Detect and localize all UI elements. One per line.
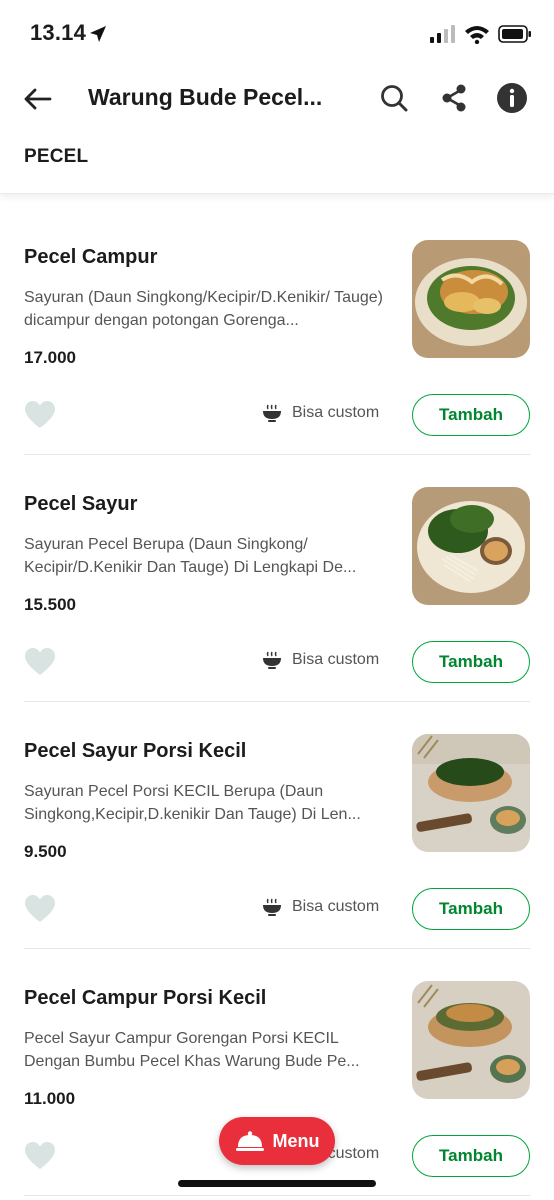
menu-item[interactable]: Pecel Sayur Sayuran Pecel Berupa (Daun S… (0, 455, 554, 702)
item-name: Pecel Sayur Porsi Kecil (24, 740, 247, 762)
item-price: 9.500 (24, 842, 67, 861)
status-time: 13.14 (30, 20, 87, 45)
item-price: 11.000 (24, 1089, 76, 1108)
custom-label: Bisa custom (292, 404, 380, 421)
heart-icon (25, 895, 55, 922)
heart-icon (25, 648, 55, 675)
menu-button-label: Menu (272, 1130, 320, 1151)
app-header: Warung Bude Pecel... PECEL (0, 66, 554, 194)
customizable-badge: Bisa custom (262, 651, 379, 669)
item-description: Sayuran Pecel Porsi KECIL Berupa (Daun S… (24, 783, 361, 823)
restaurant-title: Warung Bude Pecel... (88, 84, 323, 110)
bowl-icon (263, 651, 281, 669)
custom-label: Bisa custom (292, 651, 380, 668)
item-photo[interactable] (412, 734, 530, 852)
item-photo[interactable] (412, 981, 530, 1099)
category-label: PECEL (24, 146, 89, 167)
customizable-badge: Bisa custom (262, 404, 379, 422)
add-button[interactable]: Tambah (412, 641, 530, 683)
item-name: Pecel Campur (24, 246, 158, 268)
status-bar: 13.14 (0, 0, 554, 66)
location-arrow-icon (88, 24, 108, 49)
home-indicator (178, 1180, 376, 1187)
favorite-button[interactable] (24, 894, 56, 924)
menu-button[interactable]: Menu (219, 1117, 335, 1165)
divider (24, 1195, 530, 1196)
item-description: Sayuran (Daun Singkong/Kecipir/D.Kenikir… (24, 289, 384, 329)
menu-item[interactable]: Pecel Sayur Porsi Kecil Sayuran Pecel Po… (0, 702, 554, 949)
bowl-icon (263, 898, 281, 916)
bowl-icon (263, 404, 281, 422)
item-photo[interactable] (412, 487, 530, 605)
info-icon (497, 83, 527, 113)
cloche-icon (235, 1131, 264, 1151)
back-button[interactable] (20, 82, 54, 116)
back-arrow-icon (24, 88, 52, 110)
item-price: 15.500 (24, 595, 76, 614)
item-photo[interactable] (412, 240, 530, 358)
search-button[interactable] (376, 80, 412, 116)
wifi-icon (464, 24, 490, 49)
item-price: 17.000 (24, 348, 76, 367)
add-button[interactable]: Tambah (412, 888, 530, 930)
signal-icon (430, 25, 456, 48)
favorite-button[interactable] (24, 1141, 56, 1171)
add-button[interactable]: Tambah (412, 394, 530, 436)
heart-icon (25, 1142, 55, 1169)
status-indicators (430, 24, 532, 49)
item-name: Pecel Sayur (24, 493, 138, 515)
item-description: Sayuran Pecel Berupa (Daun Singkong/ Kec… (24, 536, 357, 576)
add-button[interactable]: Tambah (412, 1135, 530, 1177)
search-icon (381, 85, 408, 112)
info-button[interactable] (494, 80, 530, 116)
share-button[interactable] (436, 80, 472, 116)
customizable-badge: Bisa custom (262, 898, 379, 916)
menu-item[interactable]: Pecel Campur Sayuran (Daun Singkong/Keci… (0, 208, 554, 455)
item-name: Pecel Campur Porsi Kecil (24, 987, 267, 1009)
heart-icon (25, 401, 55, 428)
favorite-button[interactable] (24, 647, 56, 677)
item-description: Pecel Sayur Campur Gorengan Porsi KECIL … (24, 1030, 360, 1070)
favorite-button[interactable] (24, 400, 56, 430)
share-icon (442, 84, 466, 112)
battery-icon (498, 25, 532, 48)
custom-label: Bisa custom (292, 898, 380, 915)
